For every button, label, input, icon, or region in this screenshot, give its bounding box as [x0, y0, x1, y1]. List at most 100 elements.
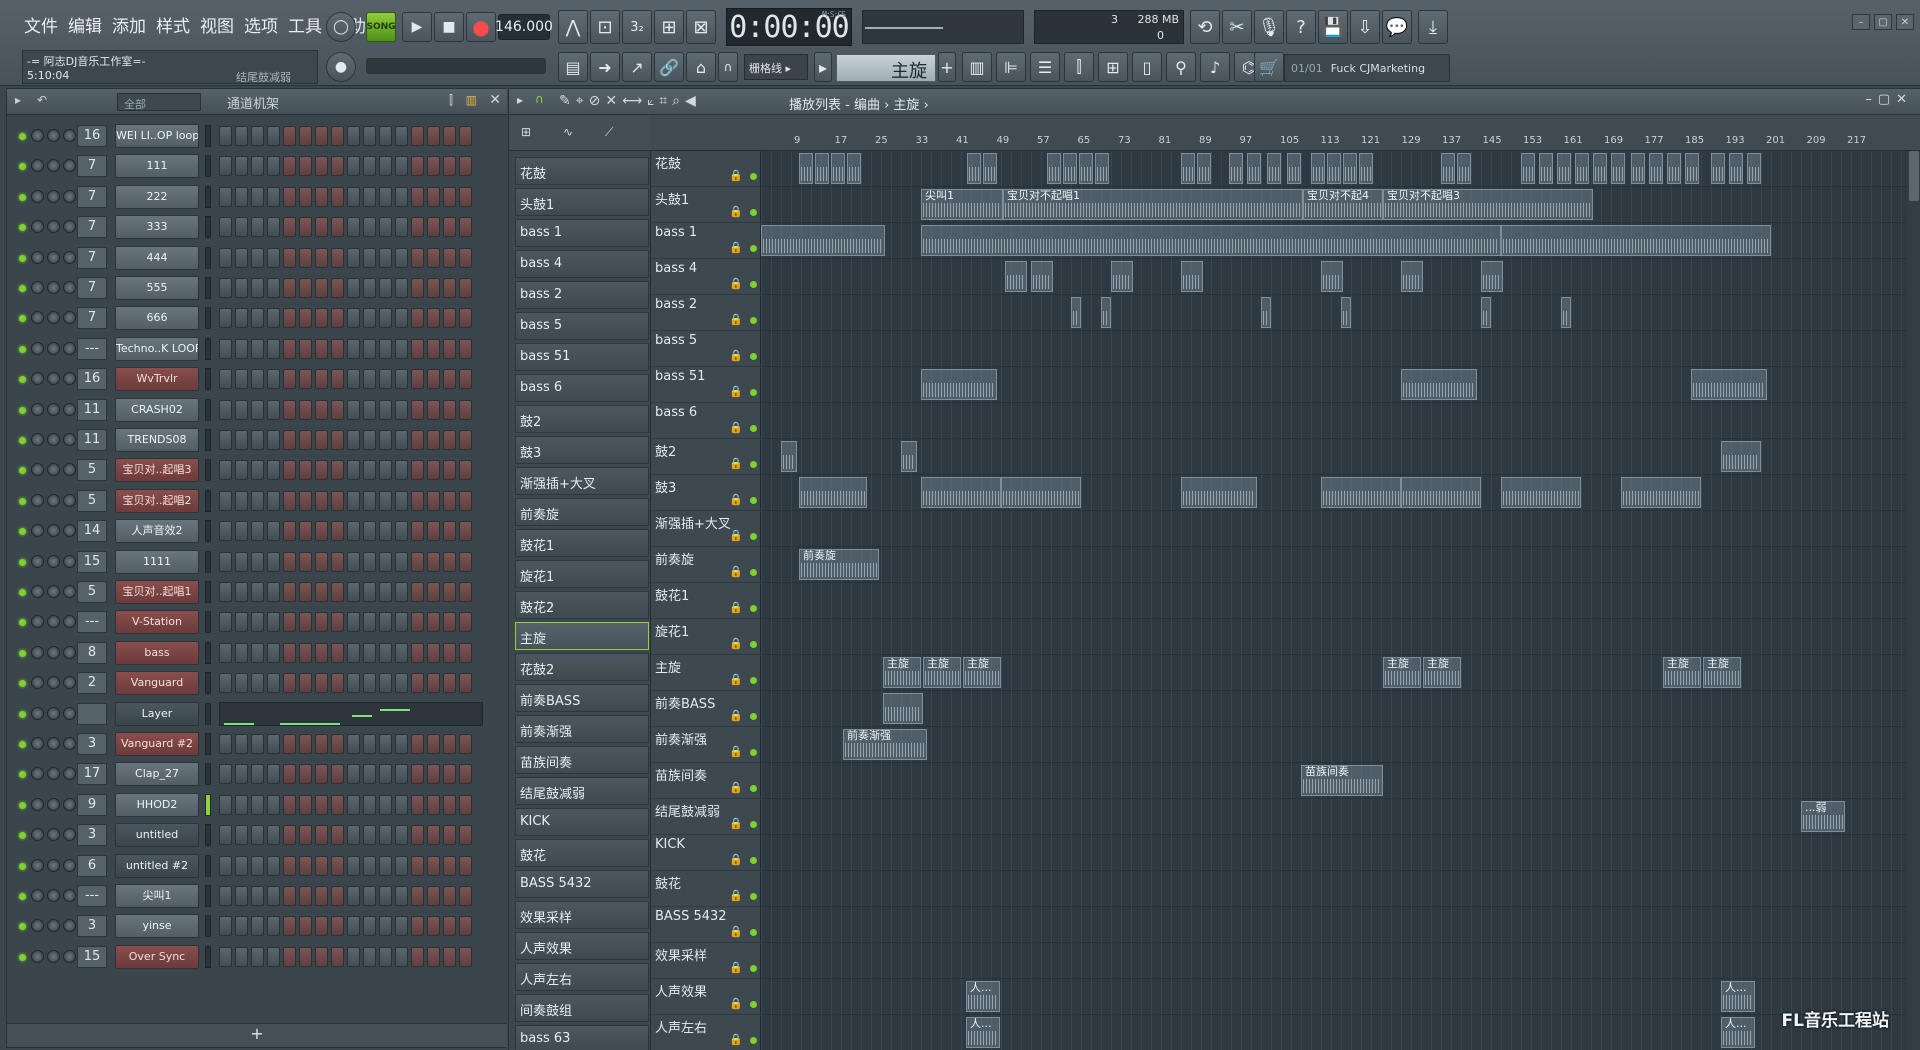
step-button[interactable]: [379, 186, 392, 207]
step-button[interactable]: [363, 369, 376, 390]
step-button[interactable]: [267, 916, 280, 937]
mixer-track-number[interactable]: 5: [77, 581, 107, 603]
step-button[interactable]: [427, 642, 440, 663]
track-enable-led-icon[interactable]: [750, 821, 757, 828]
step-button[interactable]: [411, 673, 424, 694]
pan-knob-icon[interactable]: [31, 858, 44, 872]
step-button[interactable]: [363, 521, 376, 542]
step-button[interactable]: [395, 886, 408, 906]
step-button[interactable]: [363, 946, 376, 967]
playlist-clip[interactable]: 主旋: [883, 657, 921, 688]
step-button[interactable]: [235, 217, 248, 238]
step-button[interactable]: [283, 308, 296, 329]
volume-knob-icon[interactable]: [47, 949, 60, 963]
track-header[interactable]: 鼓花1 🔒: [651, 583, 761, 619]
step-button[interactable]: [411, 946, 424, 967]
step-button[interactable]: [331, 338, 344, 359]
touch-controller-icon[interactable]: ♪: [1200, 52, 1230, 82]
step-button[interactable]: [219, 126, 232, 146]
step-button[interactable]: [411, 642, 424, 663]
track-header[interactable]: 主旋 🔒: [651, 655, 761, 691]
playlist-clip[interactable]: [1611, 153, 1625, 184]
step-button[interactable]: [219, 582, 232, 602]
step-button[interactable]: [395, 399, 408, 420]
channel-mute-led-icon[interactable]: [19, 893, 26, 900]
step-button[interactable]: [427, 186, 440, 207]
step-button[interactable]: [427, 217, 440, 238]
route-knob-icon[interactable]: [63, 706, 76, 720]
step-button[interactable]: [459, 278, 472, 298]
step-button[interactable]: [459, 551, 472, 572]
step-button[interactable]: [315, 126, 328, 146]
step-button[interactable]: [315, 247, 328, 268]
step-button[interactable]: [363, 794, 376, 815]
step-button[interactable]: [315, 430, 328, 450]
step-button[interactable]: [283, 916, 296, 937]
step-button[interactable]: [251, 369, 264, 390]
channel-name-button[interactable]: V-Station: [115, 610, 199, 635]
playlist-clip[interactable]: [1005, 261, 1027, 292]
step-button[interactable]: [251, 338, 264, 359]
channel-row[interactable]: 15 1111: [7, 547, 507, 577]
step-button[interactable]: [411, 794, 424, 815]
channel-mute-led-icon[interactable]: [19, 497, 26, 505]
step-button[interactable]: [315, 399, 328, 420]
step-button[interactable]: [347, 642, 360, 663]
channel-row[interactable]: 7 444: [7, 243, 507, 273]
step-button[interactable]: [331, 764, 344, 785]
step-button[interactable]: [427, 764, 440, 785]
playlist-clip[interactable]: [831, 153, 845, 184]
step-button[interactable]: [363, 642, 376, 663]
playlist-clip[interactable]: [1111, 261, 1133, 292]
channel-name-button[interactable]: 1111: [115, 549, 199, 574]
step-button[interactable]: [379, 582, 392, 602]
playlist-clip[interactable]: [901, 441, 917, 472]
channel-select-indicator[interactable]: [205, 459, 211, 482]
step-button[interactable]: [347, 855, 360, 876]
step-button[interactable]: [251, 460, 264, 481]
step-button[interactable]: [315, 186, 328, 207]
step-button[interactable]: [379, 612, 392, 633]
step-button[interactable]: [347, 612, 360, 633]
step-button[interactable]: [315, 582, 328, 602]
step-button[interactable]: [379, 430, 392, 450]
step-button[interactable]: [299, 186, 312, 207]
mixer-track-number[interactable]: ---: [77, 337, 107, 360]
track-lane[interactable]: [761, 223, 1920, 259]
step-button[interactable]: [347, 338, 360, 359]
step-button[interactable]: [299, 642, 312, 663]
playlist-clip[interactable]: [799, 153, 813, 184]
step-button[interactable]: [235, 551, 248, 572]
shop-icon[interactable]: 🛒: [1254, 52, 1284, 82]
playlist-tools-icon[interactable]: ✎⌖⊘✕⟷⟀⌗⌕◀: [559, 93, 701, 109]
step-button[interactable]: [283, 764, 296, 785]
step-button[interactable]: [315, 886, 328, 906]
step-button[interactable]: [459, 399, 472, 420]
step-button[interactable]: [443, 247, 456, 268]
time-display[interactable]: M:S:CS 0:00:00: [726, 8, 852, 46]
playlist-clip[interactable]: [1691, 369, 1767, 400]
step-button[interactable]: [443, 855, 456, 876]
stamp-icon[interactable]: ⌂: [686, 52, 716, 82]
step-button[interactable]: [299, 855, 312, 876]
route-knob-icon[interactable]: [63, 159, 76, 173]
step-button[interactable]: [363, 399, 376, 420]
mixer-track-number[interactable]: ---: [77, 885, 107, 907]
step-button[interactable]: [251, 612, 264, 633]
channel-row[interactable]: 6 untitled #2: [7, 851, 507, 881]
step-button[interactable]: [315, 156, 328, 177]
channel-select-indicator[interactable]: [205, 763, 211, 786]
mixer-track-number[interactable]: 5: [77, 489, 107, 512]
step-button[interactable]: [283, 734, 296, 754]
playlist-clip[interactable]: ...弱: [1801, 801, 1845, 832]
metronome-icon[interactable]: ⋀: [558, 10, 588, 44]
step-button[interactable]: [267, 825, 280, 846]
route-knob-icon[interactable]: [63, 615, 76, 629]
step-button[interactable]: [219, 794, 232, 815]
track-lane[interactable]: 尖叫1 宝贝对不起唱1 宝贝对不起4 宝贝对不起唱3: [761, 187, 1920, 223]
step-button[interactable]: [347, 886, 360, 906]
track-header[interactable]: 旋花1 🔒: [651, 619, 761, 655]
step-button[interactable]: [395, 156, 408, 177]
step-button[interactable]: [315, 916, 328, 937]
step-button[interactable]: [395, 126, 408, 146]
